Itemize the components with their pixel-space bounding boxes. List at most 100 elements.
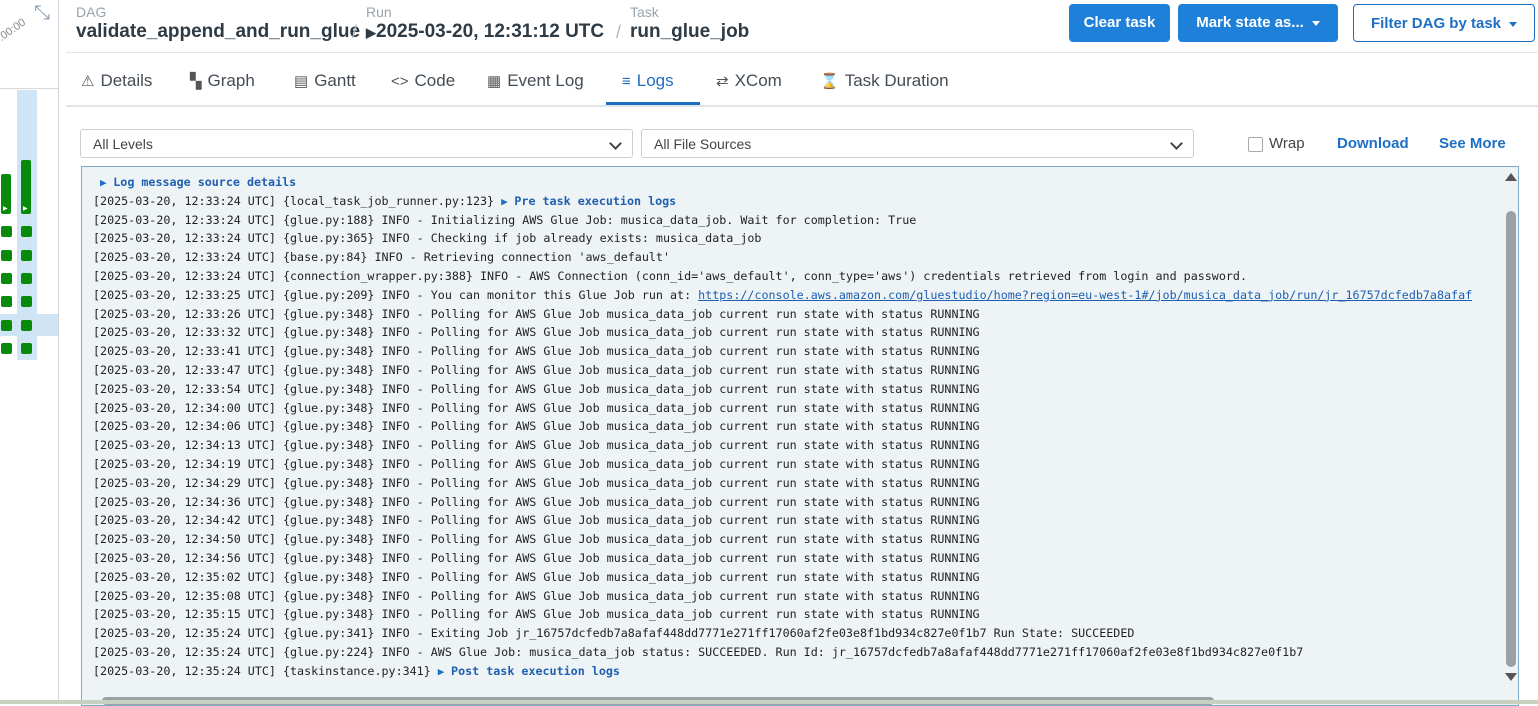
task-instance-cell[interactable] — [1, 320, 12, 331]
warning-triangle-icon: ⚠ — [81, 73, 95, 90]
tab-logs[interactable]: ≡ Logs — [606, 56, 700, 105]
log-text: [2025-03-20, 12:33:24 UTC] {connection_w… — [93, 269, 1247, 283]
log-line: [2025-03-20, 12:34:06 UTC] {glue.py:348}… — [93, 417, 980, 436]
task-instance-cell[interactable] — [21, 343, 32, 354]
breadcrumb-separator: / — [616, 22, 622, 42]
vertical-scrollbar[interactable] — [1502, 167, 1518, 705]
task-instance-cell[interactable] — [21, 296, 32, 307]
breadcrumb-run[interactable]: Run ▶2025-03-20, 12:31:12 UTC — [366, 4, 604, 45]
expand-triangle-icon: ▶ — [437, 664, 452, 678]
task-instance-cell[interactable] — [21, 273, 32, 284]
task-instance-cell[interactable] — [1, 250, 12, 261]
gantt-icon: ▤ — [294, 73, 309, 90]
log-group-label[interactable]: Post task execution logs — [451, 664, 620, 678]
time-axis-label: :00:00 — [0, 16, 28, 44]
task-instance-cell[interactable] — [1, 343, 12, 354]
task-instance-cell[interactable] — [21, 250, 32, 261]
breadcrumb-task[interactable]: Task run_glue_job — [630, 4, 749, 44]
log-text: [2025-03-20, 12:34:36 UTC] {glue.py:348}… — [93, 494, 980, 509]
log-line: [2025-03-20, 12:34:13 UTC] {glue.py:348}… — [93, 436, 980, 455]
calendar-icon: ▦ — [487, 73, 502, 90]
log-text: [2025-03-20, 12:33:25 UTC] {glue.py:209}… — [93, 287, 699, 302]
clear-task-button[interactable]: Clear task — [1069, 4, 1170, 42]
tab-label: Task Duration — [844, 71, 949, 90]
clear-task-label: Clear task — [1083, 14, 1156, 31]
tab-graph[interactable]: ▚ Graph — [190, 56, 255, 105]
tab-details[interactable]: ⚠ Details — [81, 56, 152, 105]
mark-state-label: Mark state as... — [1196, 14, 1304, 31]
mark-state-button[interactable]: Mark state as... — [1178, 4, 1338, 42]
breadcrumb-dag[interactable]: DAG validate_append_and_run_glue — [76, 4, 360, 44]
tab-label: Event Log — [507, 71, 584, 90]
tab-event-log[interactable]: ▦ Event Log — [487, 56, 584, 105]
wrap-checkbox[interactable] — [1248, 137, 1263, 152]
tab-code[interactable]: <> Code — [391, 56, 455, 105]
log-line: [2025-03-20, 12:34:56 UTC] {glue.py:348}… — [93, 549, 980, 568]
log-line[interactable]: [2025-03-20, 12:33:25 UTC] {glue.py:209}… — [93, 286, 1472, 305]
task-instance-cell[interactable] — [1, 273, 12, 284]
log-group-label: Log message source details — [113, 175, 297, 189]
log-group-label[interactable]: Pre task execution logs — [514, 194, 676, 208]
chevron-down-icon — [1311, 20, 1320, 26]
scroll-up-icon[interactable] — [1505, 173, 1517, 181]
log-line: [2025-03-20, 12:33:24 UTC] {glue.py:188}… — [93, 211, 916, 230]
log-text: [2025-03-20, 12:33:24 UTC] {base.py:84} … — [93, 250, 670, 265]
breadcrumb-dag-value: validate_append_and_run_glue — [76, 21, 361, 42]
tab-label: XCom — [734, 71, 782, 90]
log-text: [2025-03-20, 12:35:24 UTC] {taskinstance… — [93, 663, 438, 678]
log-text: [2025-03-20, 12:33:24 UTC] {local_task_j… — [93, 193, 502, 208]
log-line: [2025-03-20, 12:35:15 UTC] {glue.py:348}… — [93, 605, 980, 624]
log-group-toggle[interactable]: ▶ Log message source details — [100, 173, 296, 192]
task-instance-cell[interactable] — [1, 296, 12, 307]
breadcrumb-run-value: 2025-03-20, 12:31:12 UTC — [376, 21, 605, 42]
log-text: [2025-03-20, 12:34:13 UTC] {glue.py:348}… — [93, 438, 980, 453]
log-line: [2025-03-20, 12:34:42 UTC] {glue.py:348}… — [93, 511, 980, 530]
log-line[interactable]: [2025-03-20, 12:35:24 UTC] {taskinstance… — [93, 662, 620, 681]
filter-dag-button[interactable]: Filter DAG by task — [1353, 4, 1535, 42]
log-text: [2025-03-20, 12:33:54 UTC] {glue.py:348}… — [93, 381, 980, 396]
tab-label: Code — [414, 71, 456, 90]
arrows-icon: ⇄ — [716, 73, 729, 90]
log-text: [2025-03-20, 12:33:24 UTC] {glue.py:365}… — [93, 231, 762, 246]
log-viewer[interactable]: ▶ Log message source details [2025-03-20,… — [81, 166, 1519, 706]
log-text: [2025-03-20, 12:35:24 UTC] {glue.py:224}… — [93, 645, 1304, 659]
log-text: [2025-03-20, 12:34:29 UTC] {glue.py:348}… — [93, 475, 980, 490]
breadcrumb-dag-label: DAG — [76, 4, 107, 20]
log-text: [2025-03-20, 12:35:02 UTC] {glue.py:348}… — [93, 569, 980, 584]
log-text: [2025-03-20, 12:33:24 UTC] {glue.py:188}… — [93, 212, 917, 227]
run-duration-bar[interactable]: ▶ — [21, 160, 31, 214]
file-source-select[interactable]: All File Sources — [641, 129, 1194, 158]
log-line: [2025-03-20, 12:33:24 UTC] {connection_w… — [93, 267, 1247, 286]
task-instance-cell[interactable] — [21, 226, 32, 237]
log-text: [2025-03-20, 12:33:41 UTC] {glue.py:348}… — [93, 344, 980, 359]
run-duration-bar[interactable]: ▶ — [1, 174, 11, 214]
log-line: [2025-03-20, 12:35:08 UTC] {glue.py:348}… — [93, 587, 980, 606]
log-text: [2025-03-20, 12:35:15 UTC] {glue.py:348}… — [93, 607, 980, 622]
task-instance-cell-selected[interactable] — [21, 320, 32, 331]
log-line[interactable]: [2025-03-20, 12:33:24 UTC] {local_task_j… — [93, 192, 676, 211]
breadcrumb-task-value: run_glue_job — [630, 21, 750, 42]
tab-xcom[interactable]: ⇄ XCom — [716, 56, 782, 105]
download-link[interactable]: Download — [1337, 135, 1409, 152]
log-level-select[interactable]: All Levels — [80, 129, 633, 158]
chevron-down-icon — [1170, 137, 1183, 150]
log-text: [2025-03-20, 12:34:56 UTC] {glue.py:348}… — [93, 551, 980, 565]
log-line: [2025-03-20, 12:34:29 UTC] {glue.py:348}… — [93, 474, 980, 493]
collapse-icon[interactable]: ⤡ — [30, 2, 54, 24]
tab-gantt[interactable]: ▤ Gantt — [294, 56, 356, 105]
scroll-down-icon[interactable] — [1505, 673, 1517, 681]
log-text: [2025-03-20, 12:34:42 UTC] {glue.py:348}… — [93, 513, 980, 528]
task-instance-cell[interactable] — [1, 226, 12, 237]
see-more-link[interactable]: See More — [1439, 135, 1506, 152]
grid-divider — [0, 88, 58, 89]
log-line: [2025-03-20, 12:33:24 UTC] {glue.py:365}… — [93, 229, 761, 248]
scrollbar-thumb[interactable] — [1506, 211, 1516, 667]
glue-job-link[interactable]: https://console.aws.amazon.com/gluestudi… — [698, 288, 1472, 302]
log-line: [2025-03-20, 12:33:54 UTC] {glue.py:348}… — [93, 380, 980, 399]
details-header: DAG validate_append_and_run_glue / Run ▶… — [66, 0, 1538, 53]
log-text: [2025-03-20, 12:34:00 UTC] {glue.py:348}… — [93, 400, 980, 415]
tab-task-duration[interactable]: ⌛ Task Duration — [820, 56, 949, 105]
log-line: [2025-03-20, 12:33:32 UTC] {glue.py:348}… — [93, 323, 980, 342]
log-line: [2025-03-20, 12:35:24 UTC] {glue.py:341}… — [93, 624, 1134, 643]
log-text: [2025-03-20, 12:34:50 UTC] {glue.py:348}… — [93, 532, 980, 547]
